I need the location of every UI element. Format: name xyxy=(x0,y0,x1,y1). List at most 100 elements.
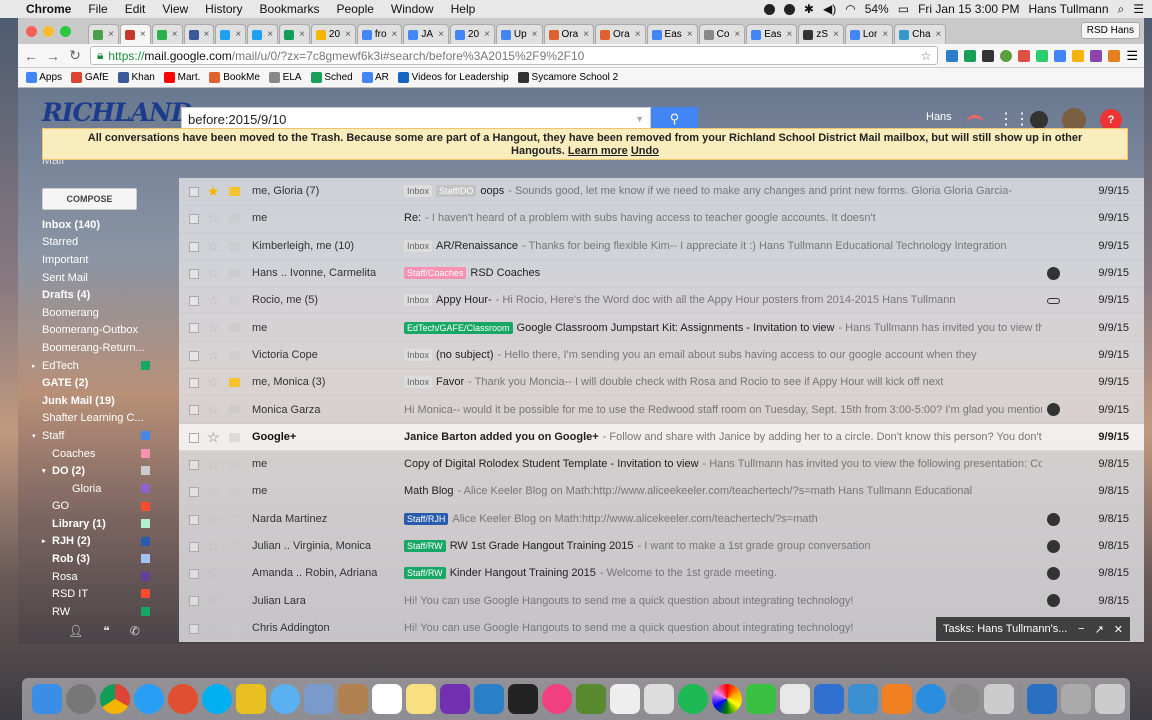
ibooks-icon[interactable] xyxy=(882,684,912,714)
app-icon[interactable] xyxy=(984,684,1014,714)
phone-icon[interactable]: ✆ xyxy=(130,624,140,638)
star-icon[interactable]: ☆ xyxy=(207,210,220,227)
label-chip[interactable]: Staff/RW xyxy=(404,567,446,580)
app-icon[interactable] xyxy=(780,684,810,714)
menu-item-view[interactable]: View xyxy=(162,2,188,16)
messages-icon[interactable] xyxy=(270,684,300,714)
app-store-icon[interactable] xyxy=(916,684,946,714)
row-checkbox[interactable] xyxy=(189,323,199,334)
sidebar-label[interactable]: Important xyxy=(18,251,179,269)
email-row[interactable]: ☆ me Math Blog - Alice Keeler Blog on Math… xyxy=(179,478,1144,506)
sidebar-label[interactable]: ▾ DO (2) xyxy=(18,462,179,480)
trash-icon[interactable] xyxy=(1095,684,1125,714)
extension-icon[interactable] xyxy=(1090,49,1103,62)
extension-icon[interactable] xyxy=(1072,49,1085,62)
extension-icon[interactable] xyxy=(982,49,995,62)
browser-tab[interactable]: 20 × xyxy=(310,24,356,44)
browser-tab[interactable]: × xyxy=(151,24,183,44)
safari-icon[interactable] xyxy=(134,684,164,714)
reload-icon[interactable]: ↻ xyxy=(68,47,82,64)
bluetooth-icon[interactable]: ✱ xyxy=(804,2,814,16)
star-icon[interactable]: ☆ xyxy=(207,292,220,309)
label-color-swatch[interactable] xyxy=(141,483,150,493)
label-color-swatch[interactable] xyxy=(141,607,150,617)
row-checkbox[interactable] xyxy=(189,459,199,470)
bookmark-star-icon[interactable]: ☆ xyxy=(921,49,932,63)
extension-icon[interactable] xyxy=(946,49,959,62)
label-chip[interactable]: Inbox xyxy=(404,239,433,252)
star-icon[interactable]: ☆ xyxy=(207,620,220,637)
tab-close-icon[interactable]: × xyxy=(484,29,490,40)
row-checkbox[interactable] xyxy=(189,241,199,252)
rainbow-icon[interactable] xyxy=(966,115,984,125)
row-checkbox[interactable] xyxy=(189,514,199,525)
menu-item-people[interactable]: People xyxy=(337,2,374,16)
browser-tab[interactable]: Eas × xyxy=(746,24,798,44)
sidebar-label[interactable]: ▸ EdTech xyxy=(18,357,179,375)
itunes-icon[interactable] xyxy=(542,684,572,714)
bookmark-item[interactable]: Sched xyxy=(310,71,353,83)
important-marker-icon[interactable] xyxy=(229,296,240,306)
tab-close-icon[interactable]: × xyxy=(392,29,398,40)
tab-close-icon[interactable]: × xyxy=(583,29,589,40)
app-icon[interactable] xyxy=(236,684,266,714)
extension-icon[interactable] xyxy=(1036,49,1049,62)
sidebar-label[interactable]: Coaches xyxy=(18,445,179,463)
row-checkbox[interactable] xyxy=(189,268,199,279)
tab-close-icon[interactable]: × xyxy=(204,29,210,40)
bookmark-item[interactable]: GAfE xyxy=(71,71,109,83)
email-row[interactable]: ☆ Narda Martinez Staff/RJH Alice Keeler Blo… xyxy=(179,505,1144,533)
expand-arrow-icon[interactable]: ▸ xyxy=(32,362,36,370)
keynote-icon[interactable] xyxy=(848,684,878,714)
browser-tab[interactable]: Co × xyxy=(698,24,746,44)
star-icon[interactable]: ☆ xyxy=(207,592,220,609)
bookmark-item[interactable]: Videos for Leadership xyxy=(397,71,509,83)
tab-close-icon[interactable]: × xyxy=(438,29,444,40)
menu-item-edit[interactable]: Edit xyxy=(125,2,146,16)
minimize-icon[interactable]: − xyxy=(1078,623,1084,636)
browser-tab[interactable]: × xyxy=(88,24,119,44)
important-marker-icon[interactable] xyxy=(229,323,240,333)
menu-item-history[interactable]: History xyxy=(205,2,242,16)
close-icon[interactable]: ✕ xyxy=(1114,623,1123,636)
browser-tab[interactable]: Ora × xyxy=(595,24,646,44)
tab-close-icon[interactable]: × xyxy=(108,29,114,40)
numbers-icon[interactable] xyxy=(814,684,844,714)
email-row[interactable]: ☆ me Copy of Digital Rolodex Student Templ… xyxy=(179,450,1144,479)
app-icon[interactable] xyxy=(508,684,538,714)
sidebar-label[interactable]: Rosa xyxy=(18,568,179,586)
star-icon[interactable]: ☆ xyxy=(207,538,220,555)
notification-center-icon[interactable]: ☰ xyxy=(1133,2,1144,16)
extension-icon[interactable] xyxy=(1018,49,1031,62)
amazon-icon[interactable] xyxy=(1027,684,1057,714)
tasks-window[interactable]: Tasks: Hans Tullmann's... − ↗ ✕ xyxy=(936,617,1130,641)
app-icon[interactable] xyxy=(474,684,504,714)
star-icon[interactable]: ☆ xyxy=(207,347,220,364)
battery-percent[interactable]: 54% xyxy=(865,2,889,16)
extension-icon[interactable] xyxy=(1108,49,1121,62)
finder-icon[interactable] xyxy=(32,684,62,714)
tab-close-icon[interactable]: × xyxy=(235,29,241,40)
important-marker-icon[interactable] xyxy=(229,241,240,251)
star-icon[interactable]: ☆ xyxy=(207,374,220,391)
email-row[interactable]: ☆ Victoria Cope Inbox (no subject) - Hello … xyxy=(179,341,1144,370)
label-color-swatch[interactable] xyxy=(141,589,150,599)
minimize-window-button[interactable] xyxy=(43,26,54,37)
tab-close-icon[interactable]: × xyxy=(882,29,888,40)
label-chip[interactable]: Staff/RW xyxy=(404,540,446,552)
undo-link[interactable]: Undo xyxy=(631,145,659,157)
menu-item-bookmarks[interactable]: Bookmarks xyxy=(260,2,320,16)
wifi-icon[interactable]: ◠ xyxy=(845,2,855,16)
notifications-bell-icon[interactable] xyxy=(1030,111,1048,129)
address-bar[interactable]: 🔒︎ https://mail.google.com/mail/u/0/?zx=… xyxy=(90,46,939,65)
email-row[interactable]: ☆ Hans .. Ivonne, Carmelita Staff/Coaches R… xyxy=(179,259,1144,288)
richland-logo[interactable]: RICHLAND xyxy=(42,98,192,127)
sidebar-label[interactable]: Sent Mail xyxy=(18,269,179,287)
volume-icon[interactable]: ◀) xyxy=(823,2,836,16)
star-icon[interactable]: ☆ xyxy=(207,429,220,446)
row-checkbox[interactable] xyxy=(189,378,199,389)
email-row[interactable]: ☆ Julian Lara Hi! You can use Google Hango… xyxy=(179,587,1144,615)
app-icon[interactable] xyxy=(610,684,640,714)
sidebar-label[interactable]: Starred xyxy=(18,234,179,252)
email-row[interactable]: ☆ me, Monica (3) Inbox Favor - Thank you Mo… xyxy=(179,369,1144,397)
